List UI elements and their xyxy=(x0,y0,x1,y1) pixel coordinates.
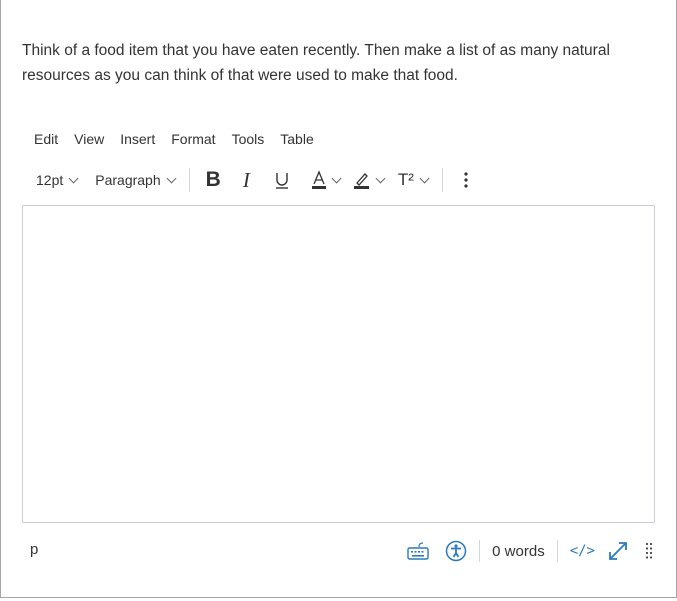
italic-button[interactable]: I xyxy=(243,168,250,193)
chevron-down-icon xyxy=(68,173,79,183)
statusbar-divider xyxy=(556,540,558,562)
text-color-icon xyxy=(311,170,326,189)
toolbar-divider xyxy=(441,168,443,192)
html-editor-toggle[interactable]: </> xyxy=(570,543,595,559)
menu-table[interactable]: Table xyxy=(280,131,313,147)
superscript-icon: T² xyxy=(397,170,414,189)
editor-menubar: Edit View Insert Format Tools Table xyxy=(34,131,330,147)
editor-statusbar: p 0 words </> xyxy=(22,538,655,564)
expand-icon xyxy=(609,542,627,560)
block-format-dropdown[interactable]: Paragraph xyxy=(95,172,177,188)
menu-insert[interactable]: Insert xyxy=(120,131,155,147)
question-prompt: Think of a food item that you have eaten… xyxy=(22,42,610,84)
block-format-value: Paragraph xyxy=(95,172,161,188)
highlighter-icon xyxy=(353,173,369,189)
menu-format[interactable]: Format xyxy=(171,131,215,147)
keyboard-icon xyxy=(407,542,429,560)
chevron-down-icon xyxy=(166,173,177,183)
underline-button[interactable] xyxy=(274,171,290,189)
menu-edit[interactable]: Edit xyxy=(34,131,58,147)
chevron-down-icon xyxy=(419,173,430,183)
bold-button[interactable]: B xyxy=(206,168,221,192)
menu-view[interactable]: View xyxy=(74,131,104,147)
resize-handle[interactable] xyxy=(645,542,653,560)
text-color-button[interactable] xyxy=(311,170,342,190)
superscript-button[interactable]: T² xyxy=(397,170,430,190)
chevron-down-icon xyxy=(375,173,386,183)
statusbar-divider xyxy=(479,540,481,562)
accessibility-checker-button[interactable] xyxy=(445,540,467,562)
highlight-color-button[interactable] xyxy=(353,170,386,190)
underline-icon xyxy=(275,173,288,189)
keyboard-shortcuts-button[interactable] xyxy=(407,541,429,561)
accessibility-icon xyxy=(445,540,467,562)
more-options-button[interactable] xyxy=(463,171,469,189)
word-count[interactable]: 0 words xyxy=(492,543,545,560)
toolbar-divider xyxy=(188,168,190,192)
font-size-dropdown[interactable]: 12pt xyxy=(36,172,79,188)
element-path[interactable]: p xyxy=(30,541,38,558)
editor-toolbar: 12pt Paragraph B I T² xyxy=(36,166,469,194)
bold-icon: B xyxy=(205,168,221,191)
menu-tools[interactable]: Tools xyxy=(232,131,265,147)
rich-text-editor-area[interactable] xyxy=(22,205,655,523)
chevron-down-icon xyxy=(331,173,342,183)
more-vertical-icon xyxy=(464,172,468,188)
italic-icon: I xyxy=(242,167,250,192)
font-size-value: 12pt xyxy=(36,172,64,188)
fullscreen-button[interactable] xyxy=(607,540,629,562)
drag-handle-icon xyxy=(645,542,653,559)
